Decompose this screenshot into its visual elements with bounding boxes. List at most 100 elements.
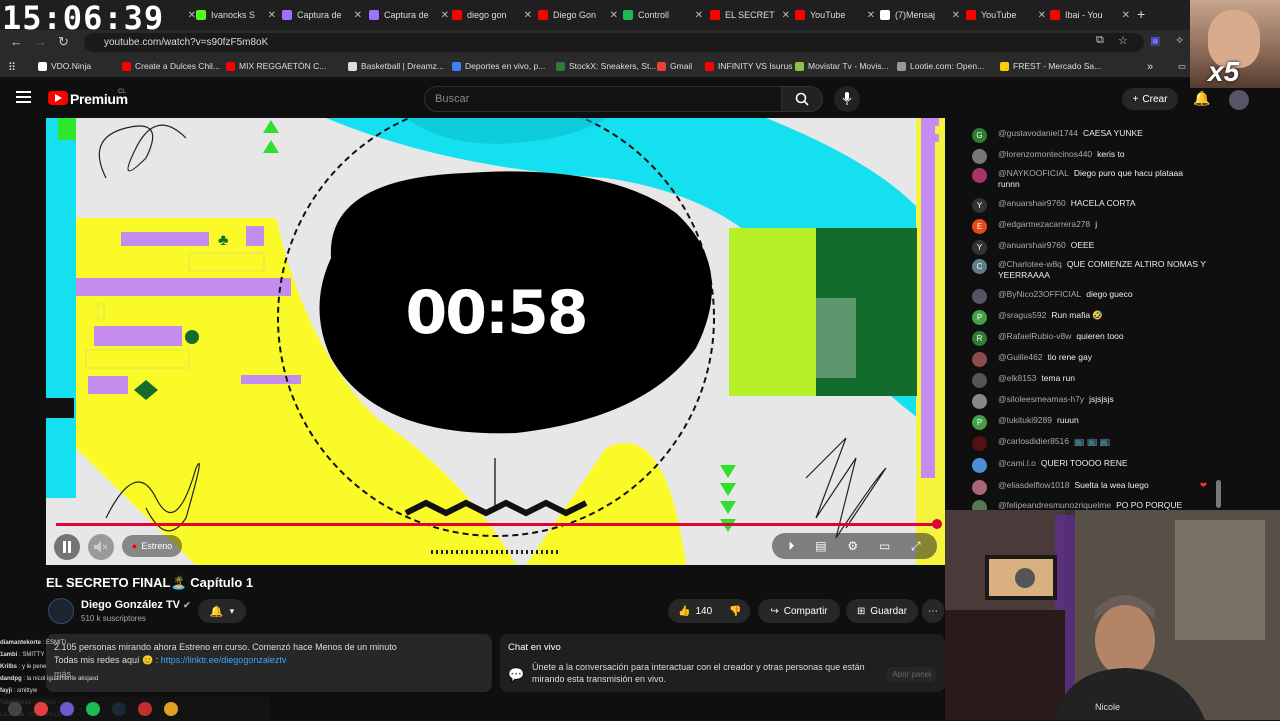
- chat-author-name[interactable]: @lorenzomontecinos440: [998, 149, 1092, 159]
- chat-author-avatar[interactable]: [972, 373, 987, 388]
- chat-author-name[interactable]: @tukituki9289: [998, 415, 1052, 425]
- browser-tab[interactable]: Ibai - You ✕: [1050, 4, 1130, 26]
- chat-author-name[interactable]: @cami.l.o: [998, 458, 1036, 468]
- chat-scrollbar[interactable]: [1216, 480, 1221, 508]
- chat-author-avatar[interactable]: Y: [972, 240, 987, 255]
- account-avatar[interactable]: [1229, 90, 1249, 110]
- guide-menu-icon[interactable]: [16, 91, 31, 103]
- like-button[interactable]: 👍 140: [678, 606, 712, 617]
- steam-icon[interactable]: [112, 701, 126, 716]
- chat-author-avatar[interactable]: [972, 289, 987, 304]
- chat-author-avatar[interactable]: G: [972, 128, 987, 143]
- install-icon[interactable]: ⧉: [1096, 34, 1104, 47]
- close-tab-icon[interactable]: ✕: [188, 10, 196, 21]
- bookmark-item[interactable]: Lootie.com: Open...: [897, 61, 984, 71]
- dislike-button[interactable]: 👎: [729, 606, 741, 617]
- share-button[interactable]: ↪ Compartir: [758, 599, 840, 623]
- browser-tab[interactable]: (7)Mensaj ✕: [880, 4, 960, 26]
- browser-tab[interactable]: Ivanocks S ✕: [196, 4, 276, 26]
- close-tab-icon[interactable]: ✕: [867, 10, 875, 21]
- chat-author-avatar[interactable]: E: [972, 219, 987, 234]
- app-icon-2[interactable]: [164, 701, 178, 716]
- bookmark-item[interactable]: Basketball | Dreamz...: [348, 61, 444, 71]
- youtube-logo-icon[interactable]: [48, 91, 68, 105]
- chat-author-avatar[interactable]: [972, 394, 987, 409]
- close-tab-icon[interactable]: ✕: [1038, 10, 1046, 21]
- video-progress-bar[interactable]: [56, 519, 942, 529]
- browser-tab[interactable]: Controll ✕: [623, 4, 703, 26]
- browser-tab[interactable]: YouTube ✕: [795, 4, 875, 26]
- video-player[interactable]: ♣ 00:58 ● Estreno ⏵ ▤ ⚙ ▭ ⤢: [46, 118, 945, 565]
- pause-button[interactable]: [54, 534, 80, 560]
- settings-gear-icon[interactable]: ⚙: [847, 539, 858, 553]
- bookmark-star-icon[interactable]: ☆: [1118, 34, 1128, 47]
- bookmark-item[interactable]: Gmail: [657, 61, 692, 71]
- extensions-puzzle-icon[interactable]: ✧: [1175, 34, 1184, 47]
- chat-author-avatar[interactable]: [972, 352, 987, 367]
- start-icon[interactable]: [8, 701, 22, 716]
- open-panel-button[interactable]: Abrir panel: [886, 667, 937, 682]
- bookmark-item[interactable]: MIX REGGAETÓN C...: [226, 61, 326, 71]
- chat-author-avatar[interactable]: P: [972, 310, 987, 325]
- close-tab-icon[interactable]: ✕: [1122, 10, 1130, 21]
- notification-settings-button[interactable]: 🔔 ▾: [198, 599, 246, 623]
- channel-avatar[interactable]: [48, 598, 74, 624]
- bookmark-item[interactable]: Movistar Tv - Movis...: [795, 61, 889, 71]
- close-tab-icon[interactable]: ✕: [782, 10, 790, 21]
- chat-author-avatar[interactable]: C: [972, 259, 987, 274]
- theater-mode-icon[interactable]: ▭: [879, 539, 890, 553]
- chat-author-name[interactable]: @felipeandresmunozriquelme: [998, 500, 1111, 510]
- chat-author-avatar[interactable]: P: [972, 415, 987, 430]
- linktree-link[interactable]: https://linktr.ee/diegogonzaleztv: [161, 655, 287, 665]
- close-tab-icon[interactable]: ✕: [268, 10, 276, 21]
- chat-author-name[interactable]: @RafaelRubio-v8w: [998, 331, 1071, 341]
- app-icon[interactable]: [138, 701, 152, 716]
- chat-author-avatar[interactable]: [972, 436, 987, 451]
- bookmark-item[interactable]: VDO.Ninja: [38, 61, 91, 71]
- chat-author-name[interactable]: @eliasdelflow1018: [998, 480, 1069, 490]
- autoplay-toggle-icon[interactable]: ⏵: [788, 539, 794, 554]
- chat-author-name[interactable]: @gustavodaniel1744: [998, 128, 1078, 138]
- more-bookmarks-icon[interactable]: »: [1147, 61, 1153, 73]
- chat-author-name[interactable]: @Guille462: [998, 352, 1043, 362]
- browser-tab[interactable]: ✕: [182, 4, 196, 26]
- chat-author-avatar[interactable]: [972, 458, 987, 473]
- voice-search-button[interactable]: [834, 86, 860, 112]
- all-bookmarks-folder-icon[interactable]: ▭: [1178, 61, 1186, 72]
- chat-author-avatar[interactable]: [972, 168, 987, 183]
- close-tab-icon[interactable]: ✕: [952, 10, 960, 21]
- chat-author-avatar[interactable]: [972, 480, 987, 495]
- close-tab-icon[interactable]: ✕: [695, 10, 703, 21]
- close-tab-icon[interactable]: ✕: [524, 10, 532, 21]
- chat-author-name[interactable]: @carlosdidier8516: [998, 436, 1069, 446]
- browser-tab[interactable]: diego gon ✕: [452, 4, 532, 26]
- notifications-bell-icon[interactable]: 🔔: [1193, 90, 1210, 107]
- chat-author-name[interactable]: @ByNico23OFFICIAL: [998, 289, 1081, 299]
- subtitles-icon[interactable]: ▤: [815, 539, 826, 553]
- close-tab-icon[interactable]: ✕: [354, 10, 362, 21]
- chrome-icon[interactable]: [34, 701, 48, 716]
- chat-author-name[interactable]: @anuarshair9760: [998, 198, 1066, 208]
- chat-author-avatar[interactable]: R: [972, 331, 987, 346]
- chat-author-avatar[interactable]: Y: [972, 198, 987, 213]
- chat-author-avatar[interactable]: [972, 149, 987, 164]
- create-button[interactable]: + Crear: [1122, 88, 1178, 110]
- obs-icon[interactable]: [60, 701, 74, 716]
- bookmark-item[interactable]: FREST - Mercado Sa...: [1000, 61, 1101, 71]
- chat-author-name[interactable]: @edgarmezacarrera278: [998, 219, 1090, 229]
- apps-grid-icon[interactable]: ⠿: [8, 61, 16, 74]
- chat-author-name[interactable]: @sragus592: [998, 310, 1046, 320]
- browser-tab[interactable]: EL SECRET ✕: [710, 4, 790, 26]
- bookmark-item[interactable]: INFINITY VS Isurus: [705, 61, 792, 71]
- show-more-link[interactable]: más: [54, 669, 484, 679]
- chat-author-name[interactable]: @NAYKOOFICIAL: [998, 168, 1069, 178]
- url-field[interactable]: youtube.com/watch?v=s90fzF5m8oK: [84, 33, 1144, 52]
- close-tab-icon[interactable]: ✕: [441, 10, 449, 21]
- search-input[interactable]: Buscar: [424, 86, 782, 112]
- chat-author-name[interactable]: @siloleesmeamas-h7y: [998, 394, 1084, 404]
- mute-button[interactable]: [88, 534, 114, 560]
- chat-author-name[interactable]: @elk8153: [998, 373, 1036, 383]
- description-box[interactable]: 2.105 personas mirando ahora Estreno en …: [46, 634, 492, 692]
- bookmark-item[interactable]: Deportes en vivo, p...: [452, 61, 545, 71]
- bookmark-item[interactable]: Create a Dulces Chil...: [122, 61, 220, 71]
